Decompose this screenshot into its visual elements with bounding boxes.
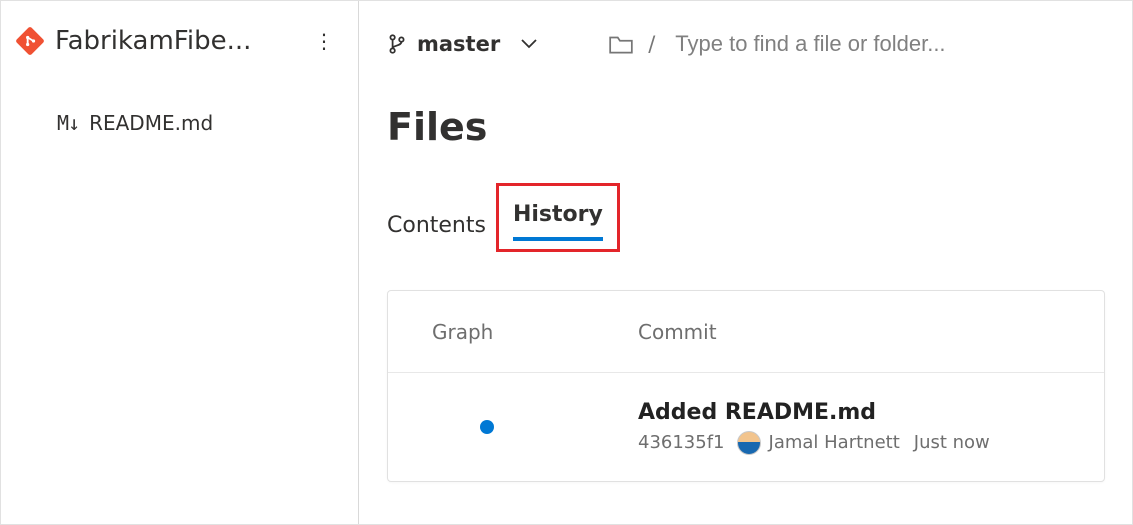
repo-header: FabrikamFibe... ⋮ <box>1 19 358 69</box>
branch-picker[interactable]: master <box>387 32 538 56</box>
repo-name[interactable]: FabrikamFibe... <box>55 26 308 56</box>
repo-more-button[interactable]: ⋮ <box>308 25 340 57</box>
tree-item-readme[interactable]: M↓ README.md <box>57 105 358 141</box>
commit-time: Just now <box>914 432 990 453</box>
more-vertical-icon: ⋮ <box>314 31 334 51</box>
commit-row[interactable]: Added README.md 436135f1 Jamal Hartnett … <box>388 373 1104 481</box>
folder-icon[interactable] <box>608 33 634 55</box>
branch-name: master <box>417 32 500 56</box>
breadcrumb-separator: / <box>648 32 655 56</box>
repo-sidebar: FabrikamFibe... ⋮ M↓ README.md <box>1 1 359 524</box>
column-header-graph: Graph <box>388 320 638 344</box>
history-header-row: Graph Commit <box>388 291 1104 373</box>
path-breadcrumb: / <box>608 31 1105 57</box>
toolbar: master / <box>359 19 1133 65</box>
branch-icon <box>387 33 407 55</box>
find-file-input[interactable] <box>675 31 1105 57</box>
tab-history[interactable]: History <box>513 192 603 239</box>
commit-node-icon <box>480 420 494 434</box>
tab-history-highlight: History <box>496 183 620 252</box>
chevron-down-icon <box>520 38 538 50</box>
file-tree: M↓ README.md <box>1 69 358 141</box>
graph-cell <box>388 420 638 434</box>
tree-item-label: README.md <box>89 111 213 135</box>
commit-meta: 436135f1 Jamal Hartnett Just now <box>638 431 1104 455</box>
page-title: Files <box>359 65 1133 153</box>
tab-contents[interactable]: Contents <box>387 203 486 250</box>
history-panel: Graph Commit Added README.md 436135f1 Ja… <box>387 290 1105 482</box>
markdown-file-icon: M↓ <box>57 111 79 135</box>
tab-bar: Contents History <box>359 153 1133 250</box>
git-repo-icon <box>15 26 45 56</box>
commit-cell: Added README.md 436135f1 Jamal Hartnett … <box>638 400 1104 455</box>
app-root: FabrikamFibe... ⋮ M↓ README.md maste <box>0 0 1133 525</box>
commit-message[interactable]: Added README.md <box>638 400 1104 425</box>
commit-hash[interactable]: 436135f1 <box>638 432 725 453</box>
author-avatar-icon[interactable] <box>737 431 761 455</box>
main-content: master / Files Contents <box>359 1 1133 524</box>
column-header-commit: Commit <box>638 320 1104 344</box>
commit-author[interactable]: Jamal Hartnett <box>769 432 900 453</box>
